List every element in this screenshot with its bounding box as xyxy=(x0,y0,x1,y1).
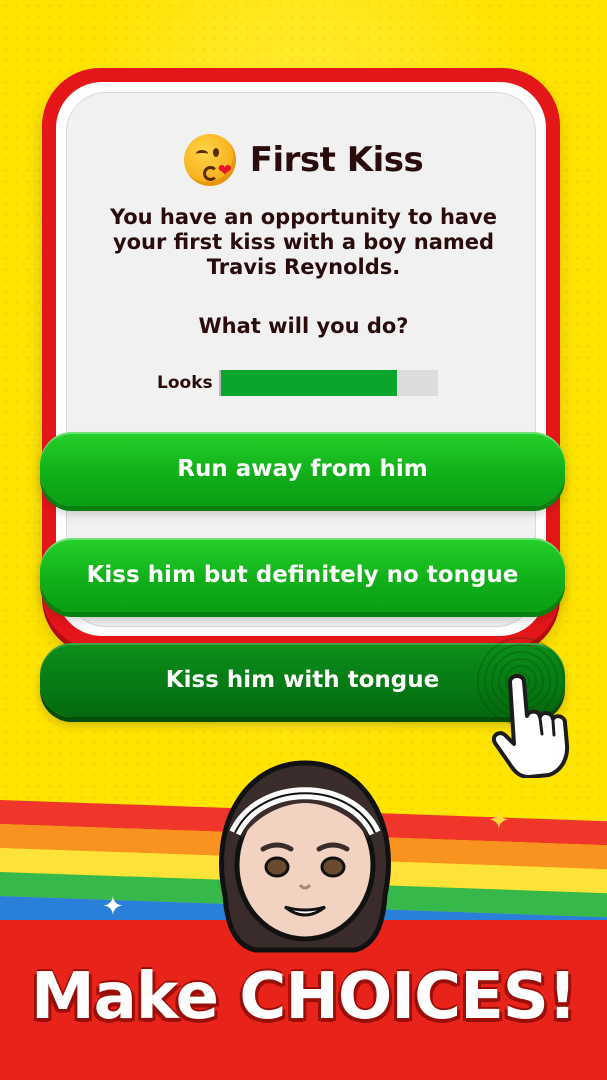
sparkle-icon: ✦ xyxy=(488,806,510,836)
stat-label: Looks xyxy=(157,373,213,393)
choice-button-run-away[interactable]: Run away from him xyxy=(40,432,565,506)
dialog-question: What will you do? xyxy=(198,314,409,338)
dialog-title-row: ❤ First Kiss xyxy=(0,130,607,190)
choice-button-kiss-no-tongue[interactable]: Kiss him but definitely no tongue xyxy=(40,538,565,612)
stat-bar-track xyxy=(219,370,438,396)
promo-headline: Make CHOICES! xyxy=(30,960,577,1034)
dialog-title: First Kiss xyxy=(249,140,424,180)
stat-row-looks: Looks xyxy=(157,369,438,397)
dialog-message: You have an opportunity to have your fir… xyxy=(109,205,498,279)
sparkle-icon: ✦ xyxy=(102,892,124,922)
face-blowing-kiss-emoji: ❤ xyxy=(183,134,236,186)
avatar-girl-headband xyxy=(219,760,391,953)
pointing-hand-icon xyxy=(492,674,570,778)
stat-bar-fill xyxy=(221,370,397,396)
